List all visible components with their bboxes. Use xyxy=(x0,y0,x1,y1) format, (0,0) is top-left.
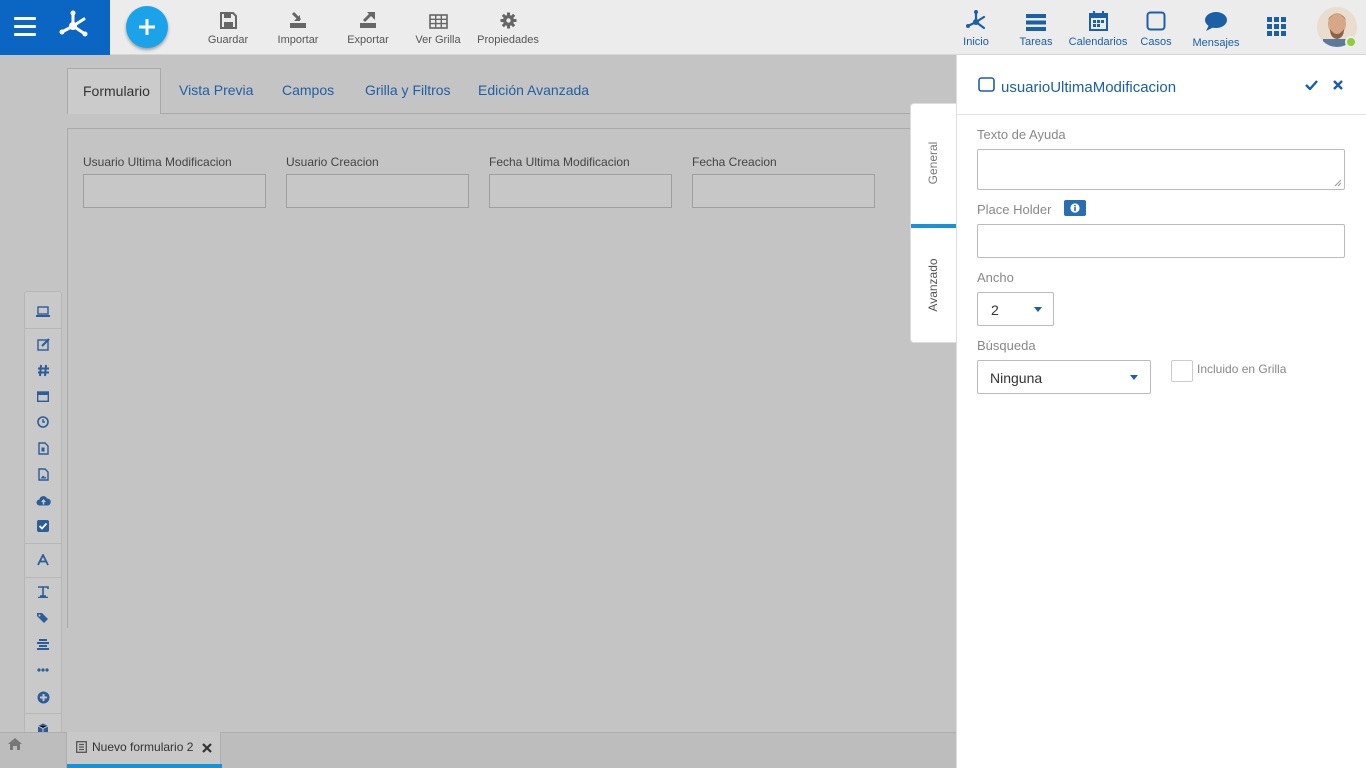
nav-messages[interactable]: Mensajes xyxy=(1190,10,1242,49)
resize-handle-icon[interactable] xyxy=(1334,179,1342,187)
width-select[interactable]: 2 xyxy=(977,292,1054,326)
properties-label: Propiedades xyxy=(477,34,539,46)
import-icon xyxy=(290,11,306,28)
nav-cases[interactable]: Casos xyxy=(1138,9,1174,48)
width-label: Ancho xyxy=(977,270,1014,285)
nav-home[interactable]: Inicio xyxy=(958,9,994,48)
help-text-textarea[interactable] xyxy=(977,149,1345,190)
export-label: Exportar xyxy=(347,34,389,46)
plus-icon xyxy=(139,19,155,35)
tags-icon[interactable] xyxy=(25,607,61,629)
menu-icon[interactable] xyxy=(14,17,36,37)
side-tab-active-indicator xyxy=(911,224,957,228)
add-button[interactable] xyxy=(126,6,168,48)
ellipsis-icon[interactable] xyxy=(25,659,61,681)
top-bar: Guardar Importar Exportar Ver Grilla Pro… xyxy=(0,0,1366,55)
side-tab-avanzado[interactable]: Avanzado xyxy=(926,257,940,313)
nav-calendars-label: Calendarios xyxy=(1068,36,1128,48)
text-icon[interactable] xyxy=(25,581,61,603)
placeholder-label: Place Holder xyxy=(977,202,1052,217)
close-tab-icon[interactable] xyxy=(202,743,212,753)
export-icon xyxy=(360,11,376,28)
nav-tasks-label: Tareas xyxy=(1019,36,1053,48)
properties-button[interactable]: Propiedades xyxy=(476,10,540,46)
nav-cases-label: Casos xyxy=(1140,36,1172,48)
clock-icon[interactable] xyxy=(25,411,61,433)
bottom-tab-nuevo-formulario[interactable]: Nuevo formulario 2 xyxy=(66,732,222,768)
search-select[interactable]: Ninguna xyxy=(977,360,1151,394)
calendar-small-icon[interactable] xyxy=(25,385,61,407)
chevron-down-icon xyxy=(1130,375,1138,380)
field-label-usuario-ultima-modificacion: Usuario Ultima Modificacion xyxy=(83,155,232,169)
confirm-check-icon[interactable] xyxy=(1305,80,1318,90)
save-icon xyxy=(219,12,237,29)
close-icon[interactable] xyxy=(1333,80,1343,90)
panel-header: usuarioUltimaModificacion xyxy=(957,55,1366,115)
align-icon[interactable] xyxy=(25,633,61,655)
form-doc-icon xyxy=(76,741,87,753)
tab-formulario[interactable]: Formulario xyxy=(67,68,161,114)
gear-icon xyxy=(500,12,516,29)
tasks-icon xyxy=(1026,14,1046,31)
field-input-fecha-creacion[interactable] xyxy=(692,174,875,208)
placeholder-input[interactable] xyxy=(977,224,1345,258)
help-text-label: Texto de Ayuda xyxy=(977,127,1066,142)
cases-icon xyxy=(1146,11,1166,31)
info-icon[interactable] xyxy=(1064,200,1086,216)
panel-title: usuarioUltimaModificacion xyxy=(1001,79,1177,96)
bottom-tab-label: Nuevo formulario 2 xyxy=(92,740,194,754)
plus-circle-icon[interactable] xyxy=(25,686,61,708)
search-label: Búsqueda xyxy=(977,338,1036,353)
message-icon xyxy=(1205,12,1227,31)
width-select-value: 2 xyxy=(991,302,999,318)
control-toolbox xyxy=(24,291,62,768)
field-label-fecha-ultima-modificacion: Fecha Ultima Modificacion xyxy=(489,155,630,169)
tab-grilla-filtros[interactable]: Grilla y Filtros xyxy=(365,68,451,114)
nav-calendars[interactable]: Calendarios xyxy=(1067,9,1129,48)
laptop-icon[interactable] xyxy=(25,300,61,322)
side-tab-general[interactable]: General xyxy=(926,138,940,188)
import-button[interactable]: Importar xyxy=(275,10,321,46)
tabs-divider xyxy=(160,113,956,114)
chevron-down-icon xyxy=(1034,307,1042,312)
edit-icon[interactable] xyxy=(25,333,61,355)
field-input-usuario-ultima-modificacion[interactable] xyxy=(83,174,266,208)
active-tab-indicator xyxy=(67,764,222,768)
brand-area xyxy=(0,0,110,55)
image-icon[interactable] xyxy=(25,463,61,485)
online-status-dot xyxy=(1345,36,1357,48)
checkbox-icon[interactable] xyxy=(25,515,61,537)
file-icon[interactable] xyxy=(25,437,61,459)
home-icon[interactable] xyxy=(8,738,22,750)
nav-messages-label: Mensajes xyxy=(1192,37,1240,49)
calendar-icon xyxy=(1088,11,1108,31)
nav-home-label: Inicio xyxy=(963,36,989,48)
field-label-usuario-creacion: Usuario Creacion xyxy=(286,155,379,169)
view-grid-button[interactable]: Ver Grilla xyxy=(413,10,463,46)
hash-icon[interactable] xyxy=(25,359,61,381)
properties-side-tabs: General Avanzado xyxy=(910,103,957,343)
tab-vista-previa[interactable]: Vista Previa xyxy=(179,68,253,114)
included-in-grid-checkbox[interactable] xyxy=(1171,360,1193,382)
tab-campos[interactable]: Campos xyxy=(282,68,334,114)
home-logo-icon xyxy=(966,10,986,30)
export-button[interactable]: Exportar xyxy=(344,10,392,46)
search-select-value: Ninguna xyxy=(990,370,1043,386)
cloud-upload-icon[interactable] xyxy=(25,489,61,511)
grid-icon xyxy=(428,14,448,29)
font-icon[interactable] xyxy=(25,549,61,571)
save-label: Guardar xyxy=(207,34,249,46)
field-input-usuario-creacion[interactable] xyxy=(286,174,469,208)
import-label: Importar xyxy=(277,34,319,46)
field-input-fecha-ultima-modificacion[interactable] xyxy=(489,174,672,208)
field-type-icon xyxy=(978,77,995,92)
tab-edicion-avanzada[interactable]: Edición Avanzada xyxy=(478,68,589,114)
field-label-fecha-creacion: Fecha Creacion xyxy=(692,155,777,169)
included-in-grid-label: Incluido en Grilla xyxy=(1197,362,1287,376)
logo-icon[interactable] xyxy=(56,8,90,42)
nav-tasks[interactable]: Tareas xyxy=(1017,9,1055,48)
apps-grid-icon[interactable] xyxy=(1267,17,1286,36)
view-grid-label: Ver Grilla xyxy=(415,34,461,46)
save-button[interactable]: Guardar xyxy=(206,10,250,46)
